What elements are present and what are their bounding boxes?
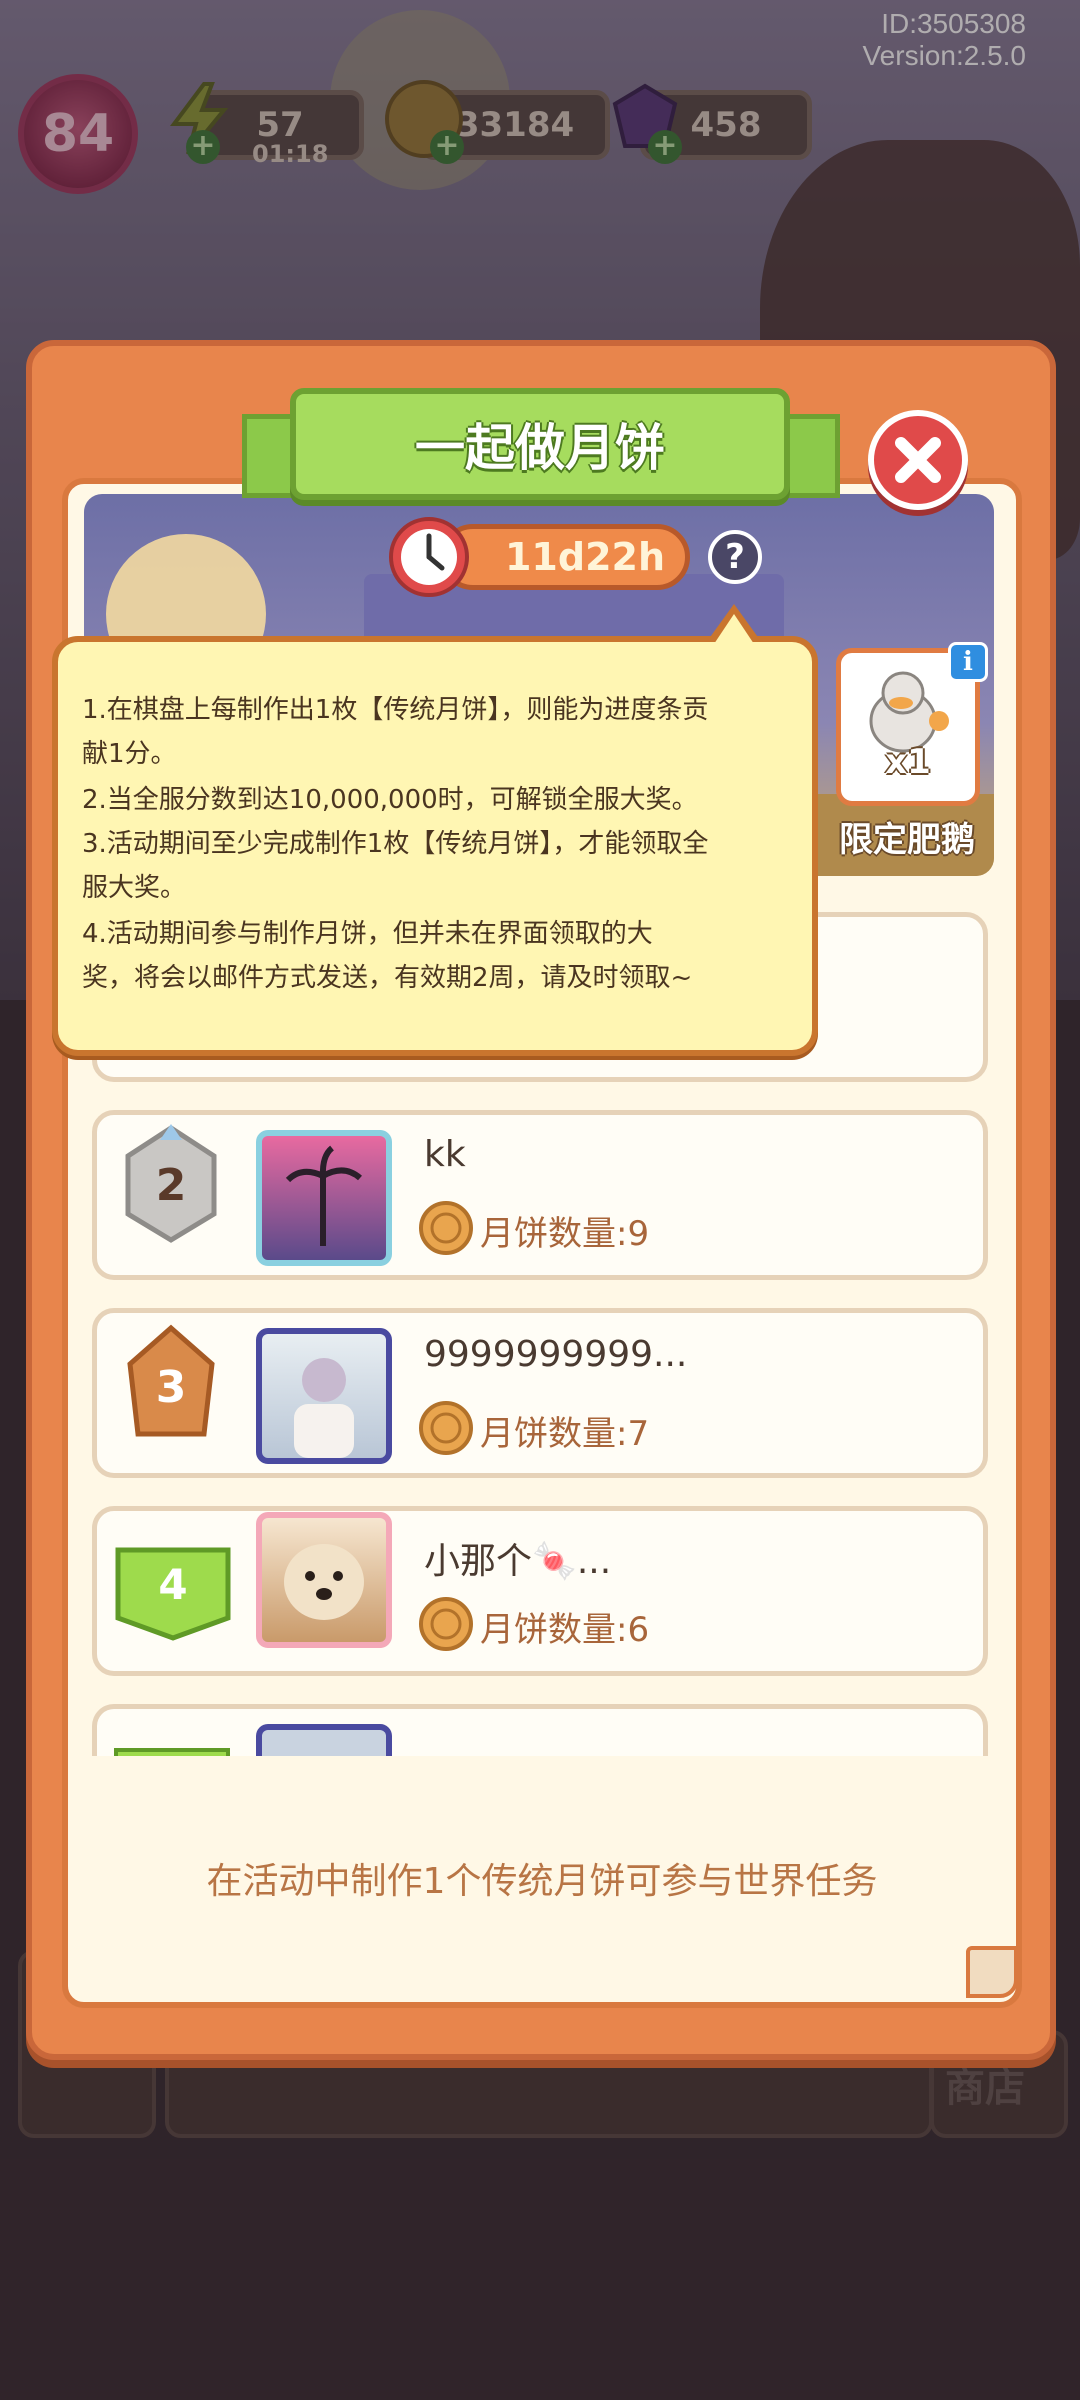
clock-icon <box>389 517 469 597</box>
list-clip-edge <box>84 1756 994 1770</box>
dog-icon <box>284 1544 364 1620</box>
reward-count: x1 <box>885 742 931 782</box>
close-icon <box>895 437 941 483</box>
close-button[interactable] <box>868 410 968 510</box>
palm-tree-icon <box>285 1145 362 1246</box>
reward-name: 限定肥鹅 <box>839 820 975 860</box>
tooltip-arrow-inner <box>714 614 754 644</box>
tooltip-line: 服大奖。 <box>82 873 187 903</box>
event-timer-value: 11d22h <box>504 535 665 579</box>
player-name: kk <box>424 1134 466 1175</box>
avatar[interactable] <box>256 1328 392 1464</box>
mooncake-icon <box>419 1201 473 1255</box>
player-name: 9999999999... <box>424 1334 688 1375</box>
avatar[interactable] <box>256 1130 392 1266</box>
tooltip-line: 3.活动期间至少完成制作1枚【传统月饼】，才能领取全 <box>82 829 709 859</box>
tooltip-line: 1.在棋盘上每制作出1枚【传统月饼】，则能为进度条贡 <box>82 695 709 725</box>
tooltip-line: 献1分。 <box>82 739 177 769</box>
mooncake-count: 月饼数量:6 <box>480 1610 650 1650</box>
info-icon[interactable]: i <box>948 642 988 682</box>
rank-number: 4 <box>158 1560 188 1609</box>
tooltip-line: 奖，将会以邮件方式发送，有效期2周，请及时领取~ <box>82 963 693 993</box>
page-curl <box>966 1946 1018 1998</box>
event-timer: 11d22h <box>440 524 690 590</box>
person-icon <box>294 1358 354 1458</box>
help-button[interactable]: ? <box>708 530 762 584</box>
rank-number: 2 <box>155 1160 187 1211</box>
tooltip-line: 2.当全服分数到达10,000,000时，可解锁全服大奖。 <box>82 785 698 815</box>
mooncake-icon <box>419 1597 473 1651</box>
tooltip-line: 4.活动期间参与制作月饼，但并未在界面领取的大 <box>82 919 653 949</box>
modal-title: 一起做月饼 <box>415 419 665 477</box>
mooncake-icon <box>419 1401 473 1455</box>
player-name: 小那个🍬... <box>424 1541 612 1582</box>
mooncake-count: 月饼数量:7 <box>480 1414 650 1454</box>
avatar[interactable] <box>256 1512 392 1648</box>
footer-hint: 在活动中制作1个传统月饼可参与世界任务 <box>206 1861 878 1902</box>
mooncake-count: 月饼数量:9 <box>480 1214 650 1254</box>
rank-number: 3 <box>155 1362 187 1413</box>
